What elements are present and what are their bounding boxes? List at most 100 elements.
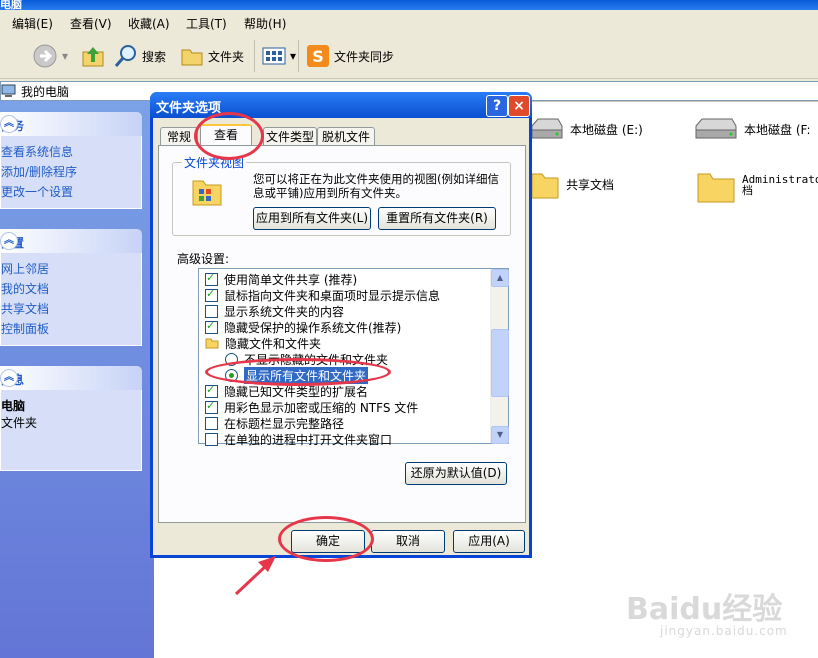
shared-documents-label: 共享文档 bbox=[566, 177, 615, 192]
option-hidden-files-group: 隐藏文件和文件夹 bbox=[205, 335, 321, 351]
collapse-chevron-icon[interactable]: ︽ bbox=[0, 232, 18, 250]
views-button[interactable]: ▾ bbox=[262, 42, 296, 70]
other-places-header[interactable]: 位置︽ bbox=[0, 229, 142, 253]
menu-help[interactable]: 帮助(H) bbox=[244, 15, 286, 32]
option-full-path-title[interactable]: 在标题栏显示完整路径 bbox=[205, 415, 344, 431]
apply-button[interactable]: 应用(A) bbox=[453, 530, 525, 553]
views-grid-icon bbox=[262, 47, 286, 65]
other-places-box: 位置︽ 网上邻居 我的文档 共享文档 控制面板 bbox=[0, 229, 142, 346]
watermark-brand: Baidu经验 bbox=[626, 592, 783, 627]
menu-favorites[interactable]: 收藏(A) bbox=[128, 15, 170, 32]
place-link[interactable]: 共享文档 bbox=[1, 299, 141, 319]
option-color-ntfs[interactable]: 用彩色显示加密或压缩的 NTFS 文件 bbox=[205, 399, 418, 415]
svg-text:S: S bbox=[312, 47, 324, 66]
annotation-ellipse-view-tab bbox=[194, 112, 264, 160]
place-link[interactable]: 我的文档 bbox=[1, 279, 141, 299]
option-separate-process[interactable]: 在单独的进程中打开文件夹窗口 bbox=[205, 431, 392, 447]
tab-general[interactable]: 常规 bbox=[160, 127, 198, 146]
option-simple-sharing[interactable]: 使用简单文件共享 (推荐) bbox=[205, 271, 357, 287]
close-button[interactable]: × bbox=[508, 95, 530, 117]
folders-button[interactable]: 文件夹 bbox=[180, 42, 244, 70]
checkbox[interactable] bbox=[205, 383, 218, 398]
reset-all-folders-button[interactable]: 重置所有文件夹(R) bbox=[378, 207, 496, 230]
system-tasks-header[interactable]: 任务︽ bbox=[0, 112, 142, 136]
scroll-up-icon[interactable]: ▲ bbox=[491, 269, 509, 287]
toolbar: ▾ 搜索 文件夹 ▾ S 文件夹同步 bbox=[0, 34, 818, 79]
details-name: 电脑 bbox=[1, 399, 26, 413]
place-link[interactable]: 网上邻居 bbox=[1, 259, 141, 279]
tab-file-types[interactable]: 文件类型 bbox=[263, 127, 317, 146]
apply-to-all-folders-button[interactable]: 应用到所有文件夹(L) bbox=[253, 207, 371, 230]
folder-icon bbox=[181, 49, 203, 66]
system-tasks-box: 任务︽ 查看系统信息 添加/删除程序 更改一个设置 bbox=[0, 112, 142, 209]
drive-e[interactable]: 本地磁盘 (E:) bbox=[530, 116, 643, 142]
checkbox[interactable] bbox=[205, 416, 218, 430]
up-folder-button[interactable] bbox=[80, 42, 106, 70]
menu-edit[interactable]: 编辑(E) bbox=[12, 15, 53, 32]
annotation-arrow-icon bbox=[234, 556, 276, 596]
checkbox[interactable] bbox=[205, 271, 218, 286]
sync-s-icon: S bbox=[307, 45, 329, 67]
details-box: 信息︽ 电脑 文件夹 bbox=[0, 366, 142, 471]
drive-e-label: 本地磁盘 (E:) bbox=[570, 122, 643, 137]
option-show-system-folder[interactable]: 显示系统文件夹的内容 bbox=[205, 303, 344, 319]
left-task-pane: 任务︽ 查看系统信息 添加/删除程序 更改一个设置 位置︽ 网上邻居 我的文档 … bbox=[0, 101, 154, 658]
menu-bar: 编辑(E) 查看(V) 收藏(A) 工具(T) 帮助(H) bbox=[0, 10, 818, 35]
annotation-ellipse-show-all bbox=[205, 358, 391, 386]
checkbox[interactable] bbox=[205, 432, 218, 446]
advanced-settings-label: 高级设置: bbox=[177, 252, 230, 266]
checkbox[interactable] bbox=[205, 304, 218, 318]
my-computer-icon bbox=[1, 84, 16, 97]
cancel-button[interactable]: 取消 bbox=[371, 530, 445, 553]
task-link[interactable]: 更改一个设置 bbox=[1, 182, 141, 202]
task-link[interactable]: 添加/删除程序 bbox=[1, 162, 141, 182]
forward-arrow-icon bbox=[33, 44, 57, 68]
admin-documents-label: Administrato 档 bbox=[742, 173, 818, 197]
drive-f-label: 本地磁盘 (F: bbox=[744, 122, 811, 137]
scroll-thumb[interactable] bbox=[491, 329, 509, 397]
checkbox[interactable] bbox=[205, 399, 218, 414]
admin-documents-folder[interactable]: Administrato 档 bbox=[696, 166, 818, 204]
option-show-tips[interactable]: 鼠标指向文件夹和桌面项时显示提示信息 bbox=[205, 287, 440, 303]
collapse-chevron-icon[interactable]: ︽ bbox=[0, 369, 18, 387]
shared-documents-folder[interactable]: 共享文档 bbox=[530, 168, 614, 200]
window-titlebar: 电脑 bbox=[0, 0, 818, 11]
place-link[interactable]: 控制面板 bbox=[1, 319, 141, 339]
address-value: 我的电脑 bbox=[21, 84, 70, 99]
scroll-down-icon[interactable]: ▼ bbox=[491, 426, 509, 444]
search-button[interactable]: 搜索 bbox=[114, 42, 166, 70]
folder-options-dialog: 文件夹选项 ? × 常规 查看 文件类型 脱机文件 文件夹视图 您可以将正在为此… bbox=[150, 92, 532, 558]
search-icon bbox=[114, 45, 136, 67]
restore-defaults-button[interactable]: 还原为默认值(D) bbox=[405, 462, 507, 485]
folder-sync-button[interactable]: S 文件夹同步 bbox=[306, 42, 394, 70]
folder-icon bbox=[697, 173, 735, 203]
details-header[interactable]: 信息︽ bbox=[0, 366, 142, 390]
task-link[interactable]: 查看系统信息 bbox=[1, 142, 141, 162]
menu-tools[interactable]: 工具(T) bbox=[186, 15, 227, 32]
dialog-title: 文件夹选项 bbox=[156, 101, 222, 116]
drive-f[interactable]: 本地磁盘 (F: bbox=[694, 116, 811, 142]
hard-drive-icon bbox=[695, 118, 737, 139]
tab-offline-files[interactable]: 脱机文件 bbox=[317, 127, 375, 146]
search-label: 搜索 bbox=[142, 49, 167, 64]
advanced-settings-list[interactable]: 使用简单文件共享 (推荐) 鼠标指向文件夹和桌面项时显示提示信息 显示系统文件夹… bbox=[198, 268, 509, 447]
watermark-url: jingyan.baidu.com bbox=[660, 624, 788, 638]
toolbar-separator bbox=[254, 40, 255, 72]
folder-sync-label: 文件夹同步 bbox=[334, 49, 395, 64]
option-hide-protected-os-files[interactable]: 隐藏受保护的操作系统文件(推荐) bbox=[205, 319, 401, 335]
up-folder-icon bbox=[82, 47, 104, 67]
collapse-chevron-icon[interactable]: ︽ bbox=[0, 115, 18, 133]
dialog-titlebar[interactable]: 文件夹选项 ? × bbox=[150, 92, 532, 118]
menu-view[interactable]: 查看(V) bbox=[70, 15, 112, 32]
help-button[interactable]: ? bbox=[486, 95, 508, 117]
folder-icon bbox=[205, 338, 219, 349]
list-scrollbar[interactable]: ▲ ▼ bbox=[490, 269, 509, 444]
checkbox[interactable] bbox=[205, 287, 218, 302]
hard-drive-icon bbox=[531, 118, 563, 139]
forward-button[interactable]: ▾ bbox=[32, 42, 68, 70]
folder-views-description: 您可以将正在为此文件夹使用的视图(例如详细信息或平铺)应用到所有文件夹。 bbox=[253, 172, 499, 200]
folder-icon bbox=[531, 173, 559, 199]
toolbar-separator bbox=[298, 40, 299, 72]
folder-view-icon bbox=[192, 180, 222, 206]
checkbox[interactable] bbox=[205, 319, 218, 334]
